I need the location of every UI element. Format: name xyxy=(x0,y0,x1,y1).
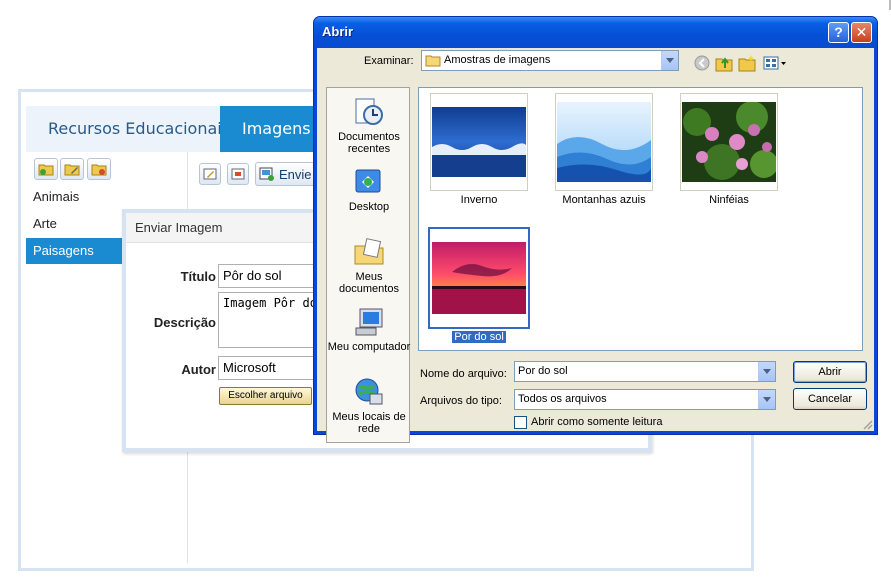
filetype-dropdown-arrow[interactable] xyxy=(758,390,775,409)
add-folder-button[interactable] xyxy=(34,158,58,180)
place-label: Meus locais de rede xyxy=(332,411,406,435)
readonly-checkbox[interactable] xyxy=(514,416,527,429)
edit-folder-icon xyxy=(64,164,80,176)
delete-image-icon xyxy=(231,168,245,180)
filename-combo[interactable]: Por do sol xyxy=(514,361,776,382)
open-button[interactable]: Abrir xyxy=(793,361,867,383)
place-desktop[interactable]: Desktop xyxy=(327,166,411,213)
back-button[interactable] xyxy=(692,53,712,73)
delete-folder-button[interactable] xyxy=(87,158,111,180)
file-thumbnail-por-do-sol[interactable] xyxy=(428,227,530,329)
file-thumbnail-ninfeias[interactable] xyxy=(680,93,778,191)
dialog-body: Examinar: Amostras de imagens Documentos… xyxy=(317,48,874,443)
place-meu-computador[interactable]: Meu computador xyxy=(327,306,411,353)
readonly-label[interactable]: Abrir como somente leitura xyxy=(531,416,662,428)
look-in-label: Examinar: xyxy=(364,55,414,67)
file-name-montanhas-azuis[interactable]: Montanhas azuis xyxy=(544,194,664,206)
new-folder-icon xyxy=(738,55,756,72)
water-lilies-thumbnail-image xyxy=(682,102,776,182)
open-file-dialog: Abrir ? ✕ Examinar: Amostras de imagens xyxy=(313,16,878,443)
look-in-combo[interactable]: Amostras de imagens xyxy=(421,50,679,71)
winter-thumbnail-image xyxy=(432,107,526,177)
view-grid-icon xyxy=(763,56,786,70)
help-button[interactable]: ? xyxy=(828,22,849,43)
file-name-ninfeias[interactable]: Ninféias xyxy=(669,194,789,206)
filename-label: Nome do arquivo: xyxy=(420,368,507,380)
edit-image-icon xyxy=(203,168,217,180)
up-folder-icon xyxy=(715,57,733,72)
file-name-inverno[interactable]: Inverno xyxy=(419,194,539,206)
look-in-value: Amostras de imagens xyxy=(444,54,551,66)
new-folder-button[interactable] xyxy=(737,53,757,73)
add-folder-icon xyxy=(38,164,54,176)
place-meus-locais-de-rede[interactable]: Meus locais de rede xyxy=(327,376,411,435)
view-menu-button[interactable] xyxy=(762,53,788,73)
chevron-down-icon xyxy=(666,58,674,63)
blue-hills-thumbnail-image xyxy=(557,102,651,182)
delete-image-button[interactable] xyxy=(227,163,249,185)
filename-value: Por do sol xyxy=(518,365,568,377)
close-button[interactable]: ✕ xyxy=(851,22,872,43)
place-label: Documentos recentes xyxy=(338,131,400,155)
choose-file-button[interactable]: Escolher arquivo xyxy=(219,387,312,405)
category-animais[interactable]: Animais xyxy=(26,184,122,210)
edit-image-button[interactable] xyxy=(199,163,221,185)
resize-grip-icon[interactable] xyxy=(861,418,873,430)
tab-recursos-educacionais[interactable]: Recursos Educacionais xyxy=(26,106,230,152)
place-documentos-recentes[interactable]: Documentos recentes xyxy=(327,96,411,155)
back-arrow-icon xyxy=(694,55,710,71)
delete-folder-icon xyxy=(91,164,107,176)
filetype-value: Todos os arquivos xyxy=(518,393,607,405)
place-label: Meus documentos xyxy=(339,271,399,295)
category-arte[interactable]: Arte xyxy=(26,211,122,237)
category-paisagens[interactable]: Paisagens xyxy=(26,238,122,264)
filetype-label: Arquivos do tipo: xyxy=(420,395,502,407)
cancel-button[interactable]: Cancelar xyxy=(793,388,867,410)
place-label: Meu computador xyxy=(327,341,411,353)
chevron-down-icon xyxy=(763,369,771,374)
edit-folder-button[interactable] xyxy=(60,158,84,180)
filetype-combo[interactable]: Todos os arquivos xyxy=(514,389,776,410)
place-label: Desktop xyxy=(348,201,390,213)
upload-image-icon xyxy=(259,167,274,181)
descricao-label: Descrição xyxy=(153,315,216,330)
dialog-titlebar[interactable]: Abrir ? ✕ xyxy=(314,17,877,48)
sunset-thumbnail-image xyxy=(432,242,526,314)
chevron-down-icon xyxy=(763,397,771,402)
file-thumbnail-montanhas-azuis[interactable] xyxy=(555,93,653,191)
titulo-label: Título xyxy=(180,269,216,284)
look-in-dropdown-arrow[interactable] xyxy=(661,51,678,70)
desktop-icon xyxy=(355,169,381,193)
file-name-por-do-sol[interactable]: Por do sol xyxy=(419,331,539,343)
up-folder-button[interactable] xyxy=(714,53,734,73)
file-thumbnail-inverno[interactable] xyxy=(430,93,528,191)
place-meus-documentos[interactable]: Meus documentos xyxy=(327,236,411,295)
file-list: Inverno Montanhas azuis Ninféias Por do … xyxy=(418,87,863,351)
upload-button-label: Envie xyxy=(279,166,312,182)
filename-dropdown-arrow[interactable] xyxy=(758,362,775,381)
dialog-title: Abrir xyxy=(322,24,354,39)
my-computer-icon xyxy=(355,308,383,336)
my-documents-icon xyxy=(354,238,384,265)
network-places-icon xyxy=(355,378,383,405)
autor-label: Autor xyxy=(181,362,216,377)
recent-documents-icon xyxy=(355,98,383,125)
places-bar: Documentos recentes Desktop Meus documen… xyxy=(326,87,410,443)
folder-icon xyxy=(425,55,441,67)
